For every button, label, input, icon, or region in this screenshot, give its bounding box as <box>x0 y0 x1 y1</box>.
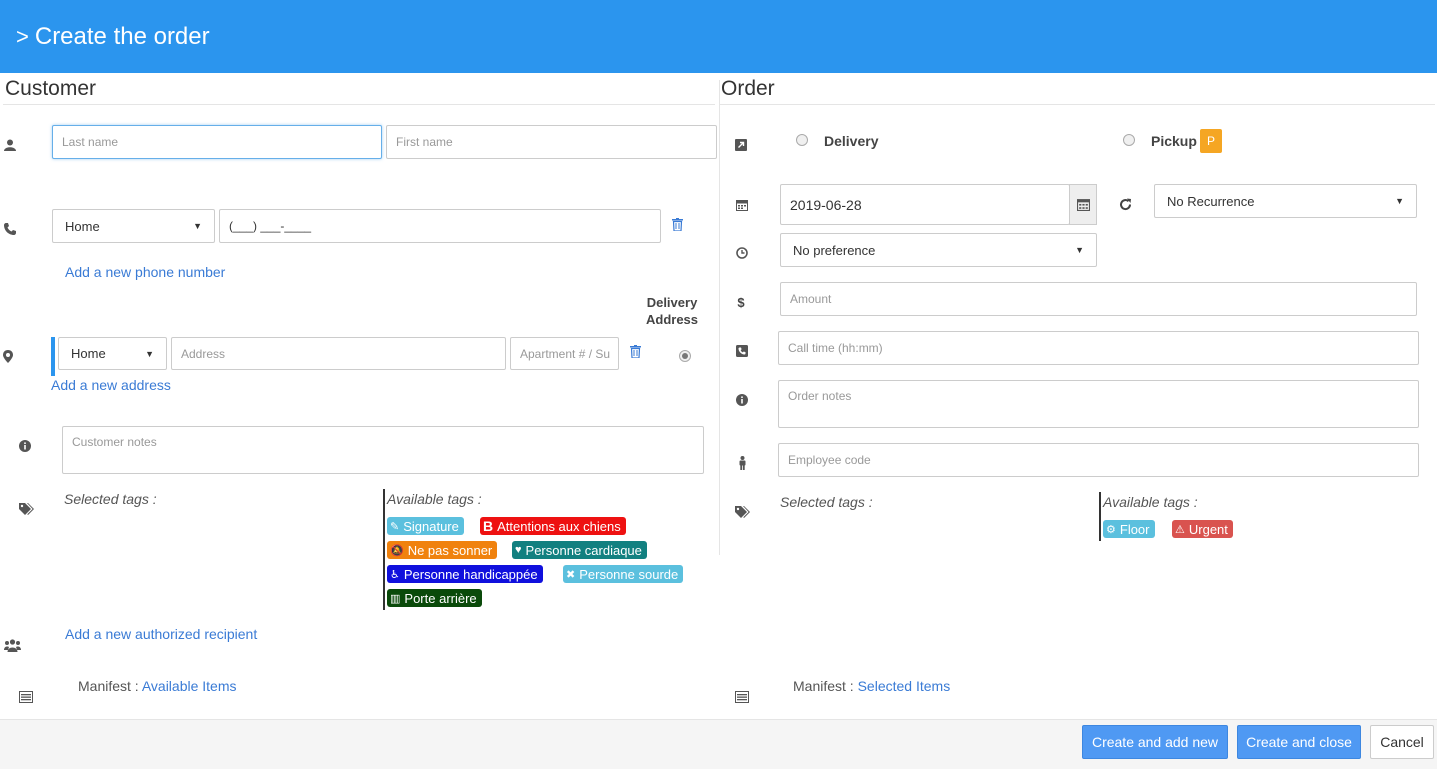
call-time-input[interactable]: Call time (hh:mm) <box>778 331 1419 365</box>
phone-icon <box>2 221 18 237</box>
wheelchair-icon: ♿ <box>390 568 400 581</box>
pickup-label: Pickup <box>1151 133 1197 149</box>
last-name-input[interactable]: Last name <box>52 125 382 159</box>
recurrence-select[interactable]: No Recurrence ▼ <box>1154 184 1417 218</box>
calendar-picker-icon <box>1076 199 1090 211</box>
tag-personne-cardiaque[interactable]: ♥ Personne cardiaque <box>512 541 647 559</box>
bold-b-icon: B <box>483 518 494 534</box>
address-active-bar <box>51 337 55 376</box>
phone-type-select[interactable]: Home ▼ <box>52 209 215 243</box>
customer-section-title: Customer <box>5 77 97 100</box>
map-marker-icon <box>0 348 16 364</box>
calendar-icon <box>734 197 750 213</box>
add-address-link[interactable]: Add a new address <box>51 377 171 393</box>
pickup-radio[interactable] <box>1123 134 1135 146</box>
info-circle-icon <box>17 438 33 454</box>
chevron-right-icon: > <box>16 23 29 49</box>
add-recipient-link[interactable]: Add a new authorized recipient <box>65 626 257 642</box>
delivery-radio[interactable] <box>796 134 808 146</box>
edit-icon: ✎ <box>390 520 400 533</box>
date-input[interactable]: 2019-06-28 <box>780 184 1070 225</box>
tag-floor[interactable]: ⚙ Floor <box>1103 520 1155 538</box>
delete-address-trash-icon[interactable] <box>630 345 641 361</box>
tag-signature[interactable]: ✎ Signature <box>387 517 464 535</box>
list-alt-icon <box>18 689 34 705</box>
delivery-label: Delivery <box>824 133 879 149</box>
tag-ne-pas-sonner[interactable]: 🔕 Ne pas sonner <box>387 541 498 559</box>
order-manifest: Manifest : Selected Items <box>793 678 951 694</box>
order-tags-divider <box>1099 492 1101 541</box>
modal-header: > Create the order <box>0 0 1437 73</box>
address-type-select[interactable]: Home ▼ <box>58 337 167 370</box>
cancel-button[interactable]: Cancel <box>1370 725 1434 759</box>
selected-items-link[interactable]: Selected Items <box>858 678 951 694</box>
amount-input[interactable]: Amount <box>780 282 1417 316</box>
time-preference-select[interactable]: No preference ▼ <box>780 233 1097 267</box>
page-title: Create the order <box>34 22 210 50</box>
employee-code-input[interactable]: Employee code <box>778 443 1419 477</box>
times-icon: ✖ <box>566 568 576 581</box>
phone-square-icon <box>734 343 750 359</box>
add-phone-link[interactable]: Add a new phone number <box>65 264 225 280</box>
caret-down-icon: ▼ <box>1395 196 1404 206</box>
list-alt-icon <box>734 689 750 705</box>
bell-slash-icon: 🔕 <box>390 544 404 557</box>
apartment-input[interactable]: Apartment # / Su <box>510 337 619 370</box>
warning-icon: ⚠ <box>1175 523 1185 536</box>
order-section-title: Order <box>721 77 775 100</box>
dollar-icon: $ <box>737 294 745 310</box>
column-divider <box>719 80 720 555</box>
caret-down-icon: ▼ <box>193 221 202 231</box>
info-circle-icon <box>734 392 750 408</box>
delivery-address-label: Delivery Address <box>645 295 699 327</box>
heartbeat-icon: ♥ <box>515 544 522 556</box>
delete-phone-trash-icon[interactable] <box>672 218 683 234</box>
tag-porte-arriere[interactable]: ▥ Porte arrière <box>387 589 482 607</box>
tag-personne-handicappee[interactable]: ♿ Personne handicappée <box>387 565 543 583</box>
tags-icon <box>18 501 34 517</box>
refresh-icon <box>1117 196 1133 212</box>
tag-attentions-aux-chiens[interactable]: B Attentions aux chiens <box>480 517 626 535</box>
order-selected-tags-label: Selected tags : <box>780 494 873 510</box>
order-notes-textarea[interactable]: Order notes <box>778 380 1419 428</box>
tags-icon <box>734 504 750 520</box>
create-and-add-new-button[interactable]: Create and add new <box>1082 725 1228 759</box>
cubes-icon: ⚙ <box>1106 523 1116 536</box>
tags-divider <box>383 489 385 610</box>
order-available-tags-label: Available tags : <box>1103 494 1198 510</box>
customer-divider <box>3 104 715 105</box>
user-icon <box>2 137 18 153</box>
delivery-address-radio[interactable] <box>679 350 691 362</box>
pickup-badge: P <box>1200 129 1222 153</box>
clock-icon <box>734 245 750 261</box>
caret-down-icon: ▼ <box>1075 245 1084 255</box>
first-name-input[interactable]: First name <box>386 125 717 159</box>
tag-urgent[interactable]: ⚠ Urgent <box>1172 520 1233 538</box>
users-icon <box>3 637 21 653</box>
phone-number-input[interactable]: (___) ___-____ <box>219 209 661 243</box>
customer-selected-tags-label: Selected tags : <box>64 491 157 507</box>
available-items-link[interactable]: Available Items <box>142 678 237 694</box>
tag-personne-sourde[interactable]: ✖ Personne sourde <box>563 565 684 583</box>
date-picker-button[interactable] <box>1069 184 1097 225</box>
create-and-close-button[interactable]: Create and close <box>1237 725 1361 759</box>
male-icon <box>734 455 750 471</box>
customer-available-tags-label: Available tags : <box>387 491 482 507</box>
customer-notes-textarea[interactable]: Customer notes <box>62 426 704 474</box>
caret-down-icon: ▼ <box>145 348 154 359</box>
external-link-icon <box>733 137 749 153</box>
customer-manifest: Manifest : Available Items <box>78 678 237 694</box>
barcode-icon: ▥ <box>390 592 401 605</box>
address-input[interactable]: Address <box>171 337 506 370</box>
order-divider <box>720 104 1435 105</box>
